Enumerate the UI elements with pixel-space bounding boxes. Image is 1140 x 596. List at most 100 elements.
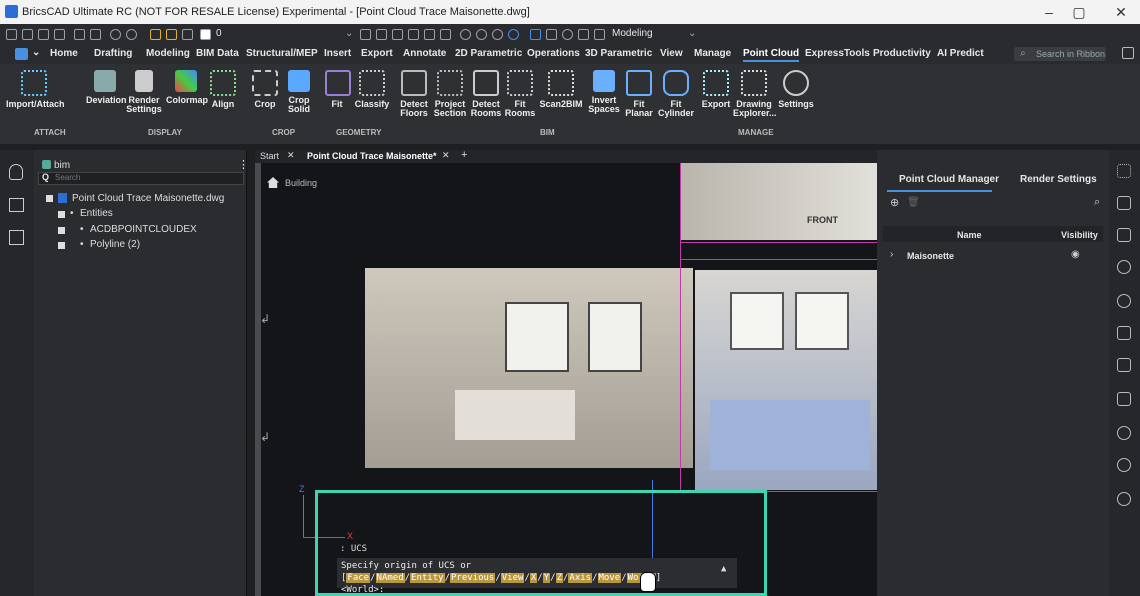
save-as-icon[interactable] — [54, 29, 65, 40]
view-breadcrumb[interactable]: Building — [285, 178, 317, 188]
deviation-button[interactable]: Deviation — [86, 70, 127, 105]
tab-export[interactable]: Export — [361, 48, 393, 59]
view-cube-icon[interactable] — [460, 29, 471, 40]
minimize-button[interactable]: – — [1034, 2, 1064, 22]
tool-icon-6[interactable] — [440, 29, 451, 40]
grid-icon[interactable] — [530, 29, 541, 40]
search-icon[interactable]: ⌕ — [1094, 196, 1100, 209]
more-options-icon[interactable]: ⋮ — [238, 158, 249, 171]
browser-search-input[interactable]: Q Search — [38, 172, 244, 185]
option-x[interactable]: X — [529, 573, 538, 583]
tab-insert[interactable]: Insert — [324, 48, 351, 59]
option-face[interactable]: Face — [346, 573, 371, 583]
structure-tree-icon[interactable] — [9, 230, 24, 245]
tab-view[interactable]: View — [660, 48, 683, 59]
collapse-icon[interactable] — [46, 195, 53, 202]
option-named[interactable]: NAmed — [375, 573, 405, 583]
tool-icon-3[interactable] — [392, 29, 403, 40]
new-tab-icon[interactable]: + — [461, 149, 467, 161]
workspace-selector[interactable]: Modeling — [612, 28, 653, 39]
doc-tab-start[interactable]: Start — [260, 151, 279, 161]
tab-structural-mep[interactable]: Structural/MEP — [246, 48, 318, 59]
layer-light-icon[interactable] — [150, 29, 161, 40]
option-z[interactable]: Z — [555, 573, 563, 583]
save-icon[interactable] — [38, 29, 49, 40]
plot-icon[interactable] — [90, 29, 101, 40]
align-button[interactable]: Align — [208, 70, 238, 109]
layer-sun-icon[interactable] — [166, 29, 177, 40]
tool-icon-1[interactable] — [360, 29, 371, 40]
close-icon[interactable]: ✕ — [287, 150, 295, 161]
fit-planar-button[interactable]: Fit Planar — [622, 70, 656, 118]
command-history-toggle-icon[interactable]: ▲ — [721, 564, 726, 574]
layers-icon[interactable] — [546, 29, 557, 40]
doc-tab-active[interactable]: Point Cloud Trace Maisonette* — [307, 151, 437, 161]
fit-button[interactable]: Fit — [325, 70, 351, 109]
home-icon[interactable] — [9, 198, 24, 212]
import-attach-button[interactable]: Import/Attach — [6, 70, 65, 109]
tab-render-settings[interactable]: Render Settings — [1020, 174, 1097, 185]
tab-annotate[interactable]: Annotate — [403, 48, 446, 59]
browser-root-label[interactable]: bim — [54, 160, 70, 171]
sliders-icon[interactable] — [578, 29, 589, 40]
project-section-button[interactable]: Project Section — [432, 70, 468, 118]
expand-icon[interactable] — [58, 242, 65, 249]
scan2bim-button[interactable]: Scan2BIM — [538, 70, 584, 109]
target-icon[interactable] — [1117, 294, 1131, 308]
print-icon[interactable] — [74, 29, 85, 40]
add-icon[interactable]: ⊕ — [890, 196, 899, 209]
chevron-down-icon[interactable]: ⌄ — [32, 47, 40, 58]
redo-icon[interactable] — [126, 29, 137, 40]
tree-item-entities[interactable]: Entities — [80, 208, 113, 219]
lightbulb-icon[interactable] — [9, 164, 23, 180]
tab-manage[interactable]: Manage — [694, 48, 731, 59]
beam-icon[interactable] — [1117, 392, 1131, 406]
collapse-icon[interactable] — [58, 211, 65, 218]
option-y[interactable]: Y — [542, 573, 551, 583]
point-cloud-icon[interactable] — [1117, 164, 1131, 178]
chevron-down-icon[interactable]: ⌄ — [345, 28, 353, 39]
settings-button[interactable]: Settings — [776, 70, 816, 109]
chevron-down-icon[interactable]: ⌄ — [688, 28, 696, 39]
tree-item-polyline[interactable]: Polyline (2) — [90, 239, 140, 250]
classify-button[interactable]: Classify — [352, 70, 392, 109]
expand-icon[interactable] — [58, 227, 65, 234]
tab-drafting[interactable]: Drafting — [94, 48, 132, 59]
tab-modeling[interactable]: Modeling — [146, 48, 190, 59]
close-icon[interactable]: ✕ — [442, 150, 450, 161]
tab-2d-parametric[interactable]: 2D Parametric — [455, 48, 522, 59]
option-previous[interactable]: Previous — [449, 573, 496, 583]
option-move[interactable]: Move — [597, 573, 622, 583]
tab-ai-predict[interactable]: AI Predict — [937, 48, 984, 59]
tab-3d-parametric[interactable]: 3D Parametric — [585, 48, 652, 59]
delete-icon[interactable]: 🗑 — [907, 197, 920, 208]
workspace-icon[interactable] — [594, 29, 605, 40]
tree-item-drawing[interactable]: Point Cloud Trace Maisonette.dwg — [72, 193, 224, 204]
command-line[interactable]: Specify origin of UCS or [Face/NAmed/Ent… — [337, 558, 737, 595]
maximize-button[interactable]: ▢ — [1064, 2, 1094, 22]
current-layer[interactable]: 0 — [216, 28, 222, 39]
visibility-eye-icon[interactable]: ◉ — [1071, 249, 1080, 260]
render-icon[interactable] — [492, 29, 503, 40]
tab-bim-data[interactable]: BIM Data — [196, 48, 239, 59]
settings-gear-icon[interactable] — [562, 29, 573, 40]
panel-toggle-icon[interactable] — [1122, 47, 1134, 59]
option-z-axis[interactable]: Axis — [568, 573, 593, 583]
open-file-icon[interactable] — [22, 29, 33, 40]
fit-rooms-button[interactable]: Fit Rooms — [504, 70, 536, 118]
pin-icon[interactable] — [1117, 260, 1131, 274]
chevron-right-icon[interactable]: › — [890, 249, 893, 260]
home-icon[interactable] — [267, 177, 279, 188]
point-cloud-row-name[interactable]: Maisonette — [907, 251, 954, 261]
option-view[interactable]: View — [500, 573, 525, 583]
render-settings-button[interactable]: Render Settings — [126, 70, 162, 114]
ribbon-search[interactable]: ⌕ Search in Ribbon — [1014, 47, 1106, 61]
tool-icon-2[interactable] — [376, 29, 387, 40]
invert-spaces-button[interactable]: Invert Spaces — [586, 70, 622, 114]
cloud-icon[interactable] — [1117, 458, 1131, 472]
crop-button[interactable]: Crop — [252, 70, 278, 109]
tool-icon-4[interactable] — [408, 29, 419, 40]
tree-item-pointcloudex[interactable]: ACDBPOINTCLOUDEX — [90, 224, 197, 235]
new-file-icon[interactable] — [6, 29, 17, 40]
tab-point-cloud[interactable]: Point Cloud — [743, 48, 800, 62]
